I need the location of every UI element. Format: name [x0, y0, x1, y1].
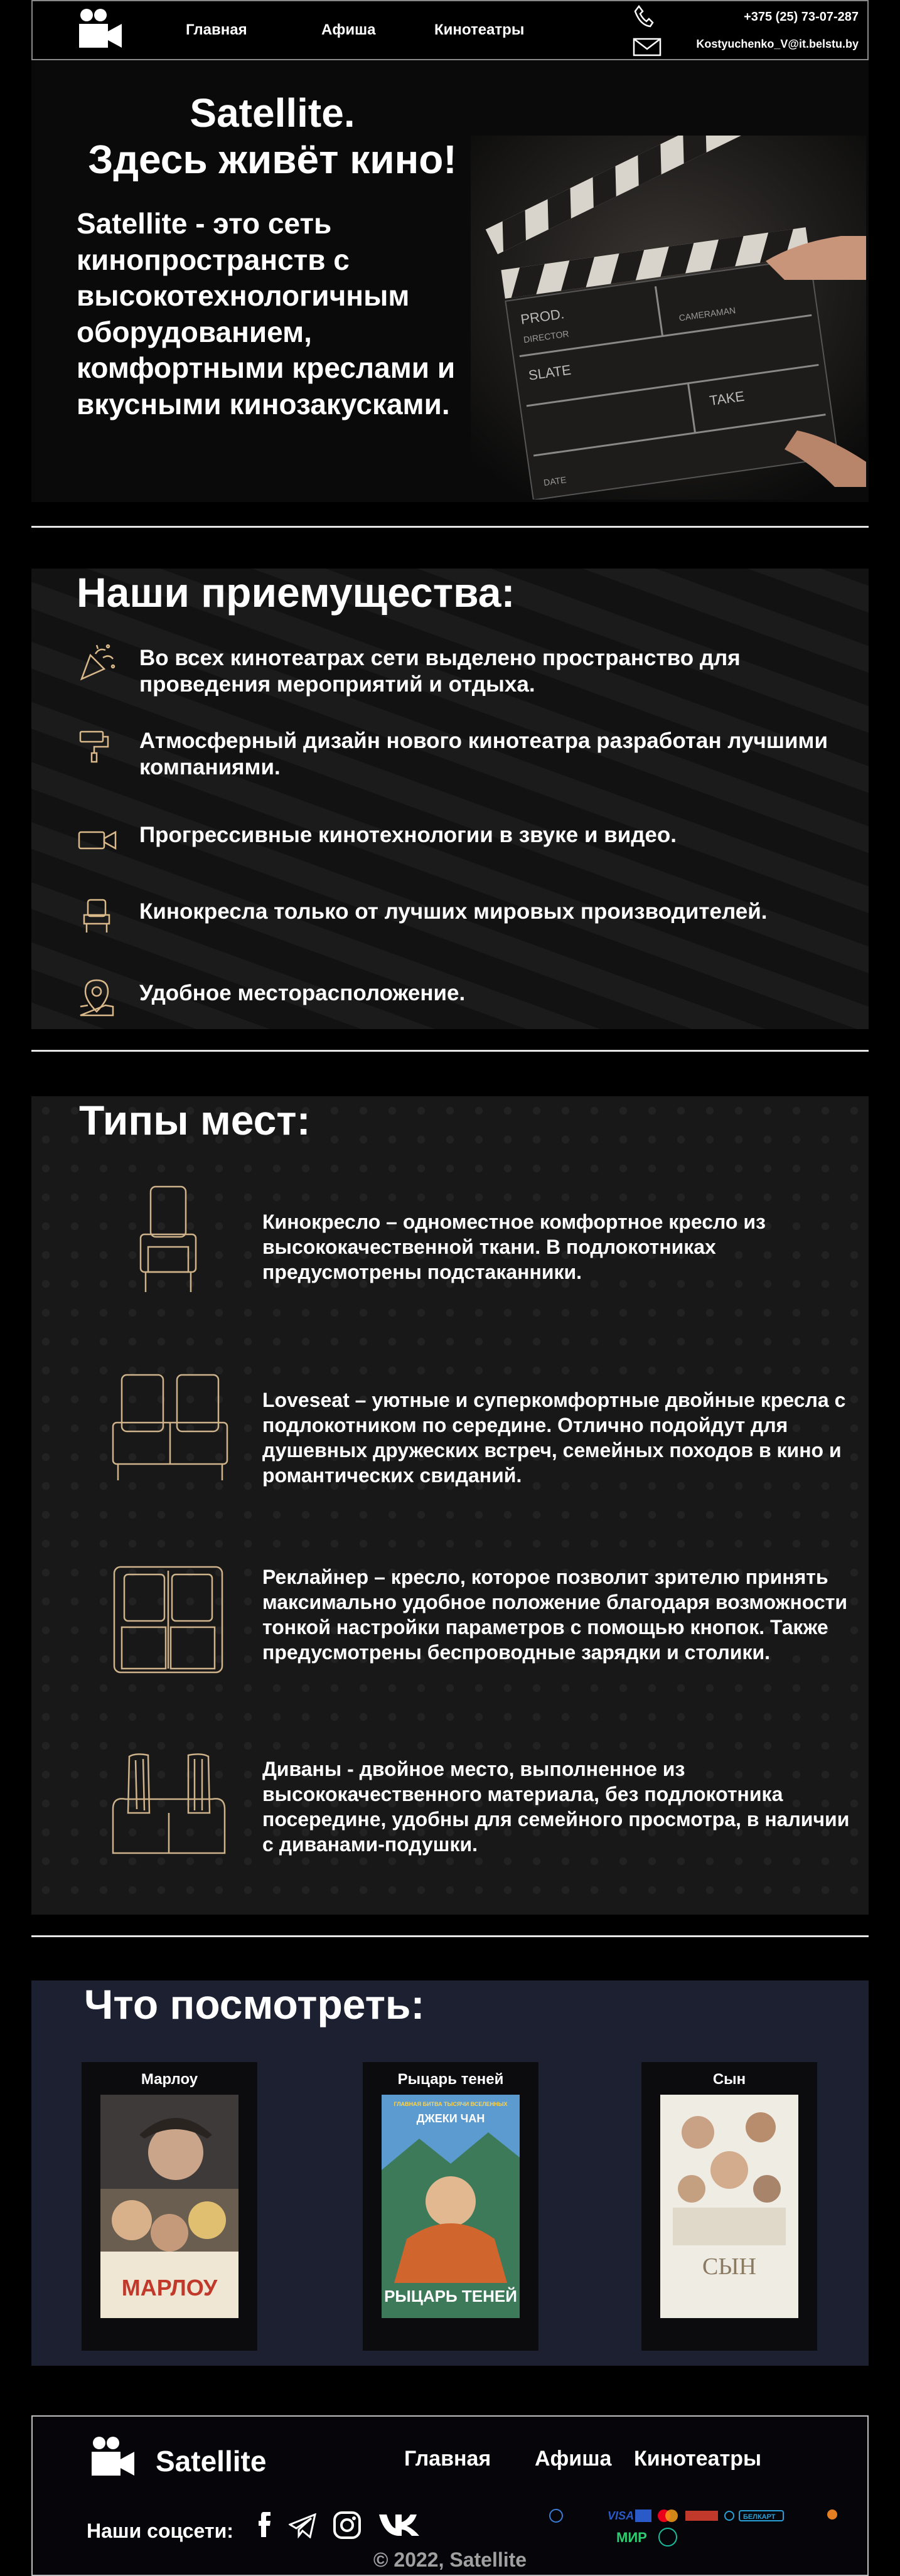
seat-type-text: Loveseat – уютные и суперкомфортные двой…: [262, 1389, 846, 1487]
movie-title[interactable]: Рыцарь теней: [363, 2071, 538, 2088]
movie-title[interactable]: Марлоу: [82, 2071, 257, 2088]
poster-text: МАРЛОУ: [122, 2275, 218, 2301]
seat-types-title: Типы мест:: [79, 1097, 311, 1143]
seat-type-text: Реклайнер – кресло, которое позволит зри…: [262, 1566, 848, 1664]
advantage-text: Кинокресла только от лучших мировых прои…: [139, 899, 768, 924]
payment-icons: VISA БЕЛКАРТ МИР: [549, 2509, 837, 2547]
payment-logos: VISA БЕЛКАРТ МИР: [547, 2506, 849, 2552]
movie-card[interactable]: Рыцарь теней ГЛАВНАЯ БИТВА ТЫСЯЧИ ВСЕЛЕН…: [363, 2062, 538, 2351]
nav-home[interactable]: Главная: [186, 21, 247, 39]
phone-icon: [634, 5, 654, 28]
phone-number[interactable]: +375 (25) 73-07-287: [744, 10, 859, 24]
vk-icon[interactable]: [378, 2512, 428, 2537]
footer-nav-home[interactable]: Главная: [404, 2447, 491, 2471]
poster-text: РЫЦАРЬ ТЕНЕЙ: [384, 2287, 517, 2306]
advantage-text: Прогрессивные кинотехнологии в звуке и в…: [139, 823, 677, 847]
email-address[interactable]: Kostyuchenko_V@it.belstu.by: [696, 38, 859, 51]
movie-poster[interactable]: СЫН: [660, 2095, 798, 2318]
movies-title: Что посмотреть:: [84, 1981, 425, 2028]
social-label: Наши соцсети:: [87, 2520, 233, 2542]
camera-logo-icon[interactable]: [77, 8, 124, 51]
facebook-icon[interactable]: [257, 2509, 272, 2538]
movie-poster[interactable]: МАРЛОУ: [100, 2095, 238, 2318]
advantages-title: Наши приемущества:: [77, 569, 515, 616]
hero-title-line2: Здесь живёт кино!: [88, 136, 457, 182]
seat-type-text: Диваны - двойное место, выполненное из в…: [262, 1758, 850, 1856]
location-pin-icon: [80, 979, 114, 1017]
telegram-icon[interactable]: [289, 2513, 318, 2538]
seat-types-section: Типы мест: Кинокресло – одноместное комф…: [31, 1096, 869, 1915]
video-camera-icon: [78, 830, 117, 850]
hero-subtitle: Satellite - это сеть кинопространств с в…: [77, 207, 456, 420]
section-divider: [31, 1050, 869, 1052]
nav-afisha[interactable]: Афиша: [321, 21, 375, 39]
footer-brand[interactable]: Satellite: [156, 2444, 266, 2478]
nav-cinemas[interactable]: Кинотеатры: [434, 21, 524, 39]
single-seat-icon: [139, 1185, 197, 1292]
copyright: © 2022, Satellite: [373, 2548, 527, 2571]
mail-icon: [633, 38, 662, 56]
site-footer: Satellite Главная Афиша Кинотеатры Наши …: [31, 2415, 869, 2576]
movies-section: Что посмотреть: Марлоу МАРЛОУ Рыцарь тен…: [31, 1980, 869, 2366]
footer-nav-afisha[interactable]: Афиша: [535, 2447, 611, 2471]
sofa-icon: [112, 1753, 226, 1854]
poster-tagline: ГЛАВНАЯ БИТВА ТЫСЯЧИ ВСЕЛЕННЫХ: [394, 2101, 507, 2107]
movie-card[interactable]: Сын СЫН: [641, 2062, 817, 2351]
hero-title: Satellite. Здесь живёт кино!: [78, 90, 467, 183]
hero-section: Satellite. Здесь живёт кино! Satellite -…: [31, 60, 869, 502]
movie-title[interactable]: Сын: [641, 2071, 817, 2088]
section-divider: [31, 526, 869, 528]
camera-logo-icon[interactable]: [89, 2435, 137, 2479]
advantage-text: Во всех кинотеатрах сети выделено простр…: [139, 646, 741, 697]
advantage-text: Атмосферный дизайн нового кинотеатра раз…: [139, 729, 828, 779]
clapperboard-image: PROD. DIRECTOR CAMERAMAN SLATE TAKE DATE: [471, 136, 866, 500]
confetti-icon: [80, 644, 115, 681]
recliner-icon: [113, 1566, 223, 1674]
advantages-section: Наши приемущества: Во всех кинотеатрах с…: [31, 569, 869, 1029]
movie-card[interactable]: Марлоу МАРЛОУ: [82, 2062, 257, 2351]
advantage-text: Удобное месторасположение.: [139, 981, 466, 1005]
footer-nav-cinemas[interactable]: Кинотеатры: [634, 2447, 761, 2471]
poster-top: ДЖЕКИ ЧАН: [417, 2112, 485, 2125]
poster-text: СЫН: [702, 2253, 756, 2280]
site-header: Главная Афиша Кинотеатры +375 (25) 73-07…: [31, 0, 869, 60]
hero-title-line1: Satellite.: [190, 90, 355, 136]
pay-mir: МИР: [616, 2530, 647, 2545]
pay-belkart: БЕЛКАРТ: [743, 2513, 776, 2521]
section-divider: [31, 1935, 869, 1937]
pay-visa: VISA: [608, 2509, 634, 2522]
paint-roller-icon: [79, 730, 109, 763]
loveseat-icon: [112, 1374, 228, 1480]
armchair-icon: [83, 899, 110, 933]
movie-poster[interactable]: ГЛАВНАЯ БИТВА ТЫСЯЧИ ВСЕЛЕННЫХ ДЖЕКИ ЧАН…: [382, 2095, 520, 2318]
seat-type-text: Кинокресло – одноместное комфортное крес…: [262, 1211, 766, 1283]
instagram-icon[interactable]: [333, 2511, 362, 2540]
